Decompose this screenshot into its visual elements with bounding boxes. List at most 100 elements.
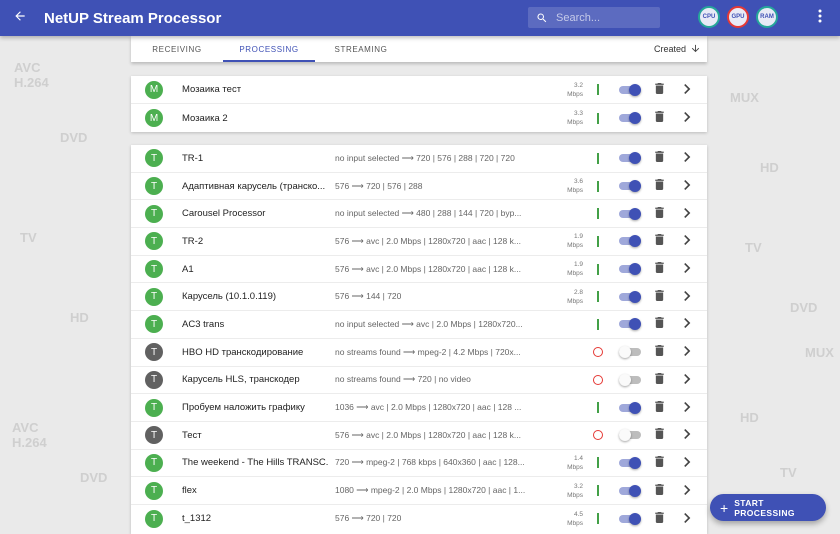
list-item[interactable]: T Carousel Processor no input selected ⟶ 4…	[131, 200, 707, 229]
enable-toggle[interactable]	[619, 112, 641, 124]
chevron-right-icon	[683, 177, 691, 195]
more-menu-button[interactable]	[812, 8, 828, 28]
gpu-gauge[interactable]: GPU	[727, 6, 749, 28]
open-details-button[interactable]	[681, 317, 693, 331]
open-details-button[interactable]	[681, 512, 693, 526]
item-name: TR-2	[182, 235, 204, 247]
list-item[interactable]: Tt_1312 576 ⟶ 720 | 720 4.5 Mbps	[131, 505, 707, 533]
tab-streaming[interactable]: STREAMING	[315, 36, 407, 62]
enable-toggle[interactable]	[619, 429, 641, 442]
status-ok-icon	[597, 402, 599, 414]
list-item[interactable]: Tflex 1080 ⟶ mpeg-2 | 2.0 Mbps | 1280x720…	[131, 477, 707, 505]
delete-button[interactable]	[653, 206, 665, 221]
delete-button[interactable]	[653, 151, 665, 165]
open-details-button[interactable]	[681, 234, 693, 248]
open-details-button[interactable]	[681, 111, 693, 125]
enable-toggle[interactable]	[619, 263, 641, 276]
open-details-button[interactable]	[681, 83, 693, 97]
list-item[interactable]: T Адаптивная карусель (транско... 576 ⟶ 72…	[131, 173, 707, 201]
avatar: T	[145, 204, 163, 223]
start-processing-label: START PROCESSING	[734, 497, 795, 518]
ram-label: RAM	[760, 14, 774, 20]
enable-toggle[interactable]	[619, 456, 641, 469]
enable-toggle[interactable]	[619, 484, 641, 497]
open-details-button[interactable]	[681, 179, 693, 193]
delete-button[interactable]	[653, 81, 665, 99]
open-details-button[interactable]	[681, 428, 693, 442]
open-details-button[interactable]	[681, 151, 693, 165]
arrow-back-icon	[13, 9, 27, 28]
enable-toggle[interactable]	[619, 180, 641, 193]
delete-button[interactable]	[653, 234, 665, 248]
back-button[interactable]	[0, 0, 40, 36]
list-item[interactable]: M Мозаика тест 3.2 Mbps	[131, 76, 707, 104]
delete-button[interactable]	[653, 111, 665, 125]
list-item[interactable]: T TR-1 no input selected ⟶ 720 | 576 | 288…	[131, 145, 707, 173]
enable-toggle[interactable]	[619, 346, 641, 359]
enable-toggle[interactable]	[619, 290, 641, 303]
status-ok-icon	[597, 457, 599, 469]
start-processing-button[interactable]: + START PROCESSING	[710, 494, 826, 521]
chevron-right-icon	[683, 315, 691, 333]
item-name: Карусель (10.1.0.119)	[182, 291, 277, 303]
cpu-gauge[interactable]: CPU	[698, 6, 720, 28]
list-item[interactable]: T Пробуем наложить графику 1036 ⟶ avc | 2.…	[131, 394, 707, 422]
enable-toggle[interactable]	[619, 152, 641, 165]
search-box[interactable]	[528, 7, 660, 28]
enable-toggle[interactable]	[619, 512, 641, 525]
open-details-button[interactable]	[681, 290, 693, 304]
app-bar: NetUP Stream Processor CPU GPU RAM	[0, 0, 840, 36]
open-details-button[interactable]	[681, 484, 693, 498]
item-description: 1080 ⟶ mpeg-2 | 2.0 Mbps | 1280x720 | aa…	[335, 485, 526, 496]
trash-icon	[654, 343, 664, 361]
delete-button[interactable]	[653, 262, 665, 276]
item-bitrate: 1.9 Mbps	[567, 261, 583, 278]
open-details-button[interactable]	[681, 456, 693, 470]
list-item[interactable]: T Карусель (10.1.0.119) 576 ⟶ 144 | 720 2.8…	[131, 283, 707, 312]
enable-toggle[interactable]	[619, 318, 641, 331]
search-input[interactable]	[556, 11, 652, 24]
delete-button[interactable]	[653, 428, 665, 442]
list-item[interactable]: T HBO HD транскодирование no streams found…	[131, 339, 707, 367]
cpu-label: CPU	[702, 14, 716, 20]
sort-button[interactable]: Created	[654, 36, 707, 62]
delete-button[interactable]	[653, 455, 665, 470]
open-details-button[interactable]	[681, 401, 693, 415]
trash-icon	[654, 288, 664, 306]
delete-button[interactable]	[653, 288, 665, 306]
enable-toggle[interactable]	[619, 373, 641, 386]
ram-gauge[interactable]: RAM	[756, 6, 778, 28]
delete-button[interactable]	[653, 372, 665, 387]
trash-icon	[654, 260, 664, 278]
status-indicator	[593, 235, 603, 247]
enable-toggle[interactable]	[619, 401, 641, 414]
list-item[interactable]: T The weekend - The Hills TRANSC... 720 ⟶ …	[131, 450, 707, 478]
delete-button[interactable]	[653, 482, 665, 500]
open-details-button[interactable]	[681, 345, 693, 359]
item-name: Тест	[182, 429, 202, 441]
enable-toggle[interactable]	[619, 83, 641, 96]
delete-button[interactable]	[653, 400, 665, 415]
trash-icon	[654, 482, 664, 500]
enable-toggle[interactable]	[619, 235, 641, 248]
open-details-button[interactable]	[681, 262, 693, 276]
chevron-right-icon	[683, 149, 691, 167]
list-item[interactable]: T AC3 trans no input selected ⟶ avc | 2.0 …	[131, 311, 707, 339]
tab-processing[interactable]: PROCESSING	[223, 36, 315, 62]
list-item[interactable]: T TR-2 576 ⟶ avc | 2.0 Mbps | 1280x720 | a…	[131, 228, 707, 256]
trash-icon	[654, 109, 664, 127]
open-details-button[interactable]	[681, 207, 693, 221]
list-item[interactable]: T Карусель HLS, транскодер no streams foun…	[131, 367, 707, 395]
delete-button[interactable]	[653, 179, 665, 193]
item-description: no input selected ⟶ 720 | 576 | 288 | 72…	[335, 152, 515, 163]
list-item[interactable]: T Тест 576 ⟶ avc | 2.0 Mbps | 1280x720 | a…	[131, 422, 707, 450]
delete-button[interactable]	[653, 345, 665, 359]
list-item[interactable]: T A1 576 ⟶ avc | 2.0 Mbps | 1280x720 | aac…	[131, 256, 707, 284]
delete-button[interactable]	[653, 511, 665, 526]
delete-button[interactable]	[653, 317, 665, 331]
open-details-button[interactable]	[681, 373, 693, 387]
trash-icon	[654, 81, 664, 99]
tab-receiving[interactable]: RECEIVING	[131, 36, 223, 62]
list-item[interactable]: M Мозаика 2 3.3 Mbps	[131, 104, 707, 132]
enable-toggle[interactable]	[619, 207, 641, 220]
